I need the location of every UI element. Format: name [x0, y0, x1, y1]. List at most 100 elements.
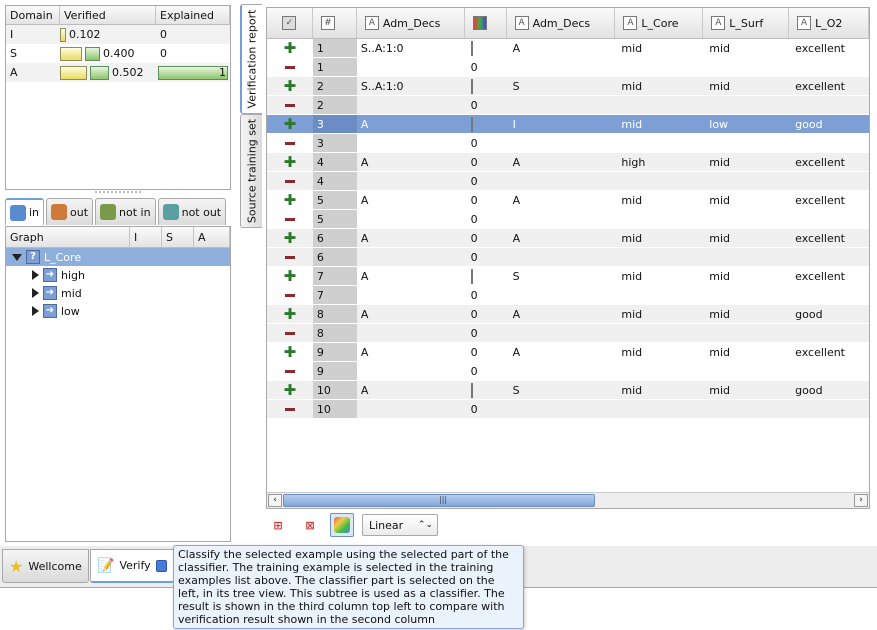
header-l-surf[interactable]: A L_Surf [703, 8, 790, 38]
summary-row[interactable]: S 0.400 0 [6, 44, 230, 63]
table-row[interactable]: 10 0 [267, 400, 869, 419]
table-row[interactable]: ✚ 7 A S mid mid excellent [267, 267, 869, 286]
plus-icon[interactable]: ✚ [284, 269, 297, 284]
header-domain[interactable]: Domain [6, 6, 60, 24]
row-sign[interactable]: ✚ [267, 269, 313, 284]
table-row[interactable]: ✚ 5 A 0 A mid mid excellent [267, 191, 869, 210]
expand-down-icon[interactable] [12, 253, 22, 261]
tab-source-training-set[interactable]: Source training set [240, 114, 262, 228]
row-sign[interactable] [267, 407, 313, 411]
scale-select[interactable]: Linear ⌃⌄ [362, 514, 438, 536]
row-sign[interactable]: ✚ [267, 345, 313, 360]
row-sign[interactable] [267, 293, 313, 297]
tree-node-low[interactable]: ➜ low [6, 302, 230, 320]
header-l-o2[interactable]: A L_O2 [789, 8, 869, 38]
header-explained[interactable]: Explained [156, 6, 230, 24]
expand-right-icon[interactable] [32, 270, 39, 280]
row-sign[interactable] [267, 331, 313, 335]
row-sign[interactable]: ✚ [267, 193, 313, 208]
table-row[interactable]: 3 0 [267, 134, 869, 153]
table-row[interactable]: 2 0 [267, 96, 869, 115]
table-row[interactable]: 7 0 [267, 286, 869, 305]
row-sign[interactable]: ✚ [267, 41, 313, 56]
row-sign[interactable] [267, 141, 313, 145]
minus-icon[interactable] [284, 217, 295, 221]
row-sign[interactable] [267, 179, 313, 183]
row-sign[interactable]: ✚ [267, 117, 313, 132]
tree-node-mid[interactable]: ➜ mid [6, 284, 230, 302]
tab-verify[interactable]: 📝 Verify [90, 549, 174, 583]
minus-icon[interactable] [284, 141, 295, 145]
classify-button[interactable] [330, 513, 354, 537]
table-row[interactable]: ✚ 6 A 0 A mid mid excellent [267, 229, 869, 248]
table-row[interactable]: ✚ 10 A S mid mid good [267, 381, 869, 400]
window-icon[interactable] [155, 559, 167, 572]
table-row[interactable]: ✚ 8 A 0 A mid mid good [267, 305, 869, 324]
tab-not-out[interactable]: not out [157, 198, 227, 225]
plus-icon[interactable]: ✚ [284, 383, 297, 398]
tree-node-high[interactable]: ➜ high [6, 266, 230, 284]
row-sign[interactable] [267, 217, 313, 221]
table-row[interactable]: 1 0 [267, 58, 869, 77]
plus-icon[interactable]: ✚ [284, 79, 297, 94]
header-s[interactable]: S [162, 227, 194, 247]
row-sign[interactable] [267, 65, 313, 69]
header-select-all[interactable]: ✓ [267, 8, 313, 38]
tab-out[interactable]: out [46, 198, 94, 225]
scroll-left-button[interactable]: ‹ [268, 494, 282, 507]
header-i[interactable]: I [130, 227, 162, 247]
remove-node-button[interactable]: ⊠ [298, 513, 322, 537]
minus-icon[interactable] [284, 255, 295, 259]
header-number[interactable]: # [313, 8, 357, 38]
plus-icon[interactable]: ✚ [284, 117, 297, 132]
minus-icon[interactable] [284, 103, 295, 107]
tab-not-in[interactable]: not in [95, 198, 156, 225]
row-sign[interactable]: ✚ [267, 307, 313, 322]
row-sign[interactable] [267, 103, 313, 107]
row-sign[interactable]: ✚ [267, 79, 313, 94]
minus-icon[interactable] [284, 407, 295, 411]
tab-verification-report[interactable]: Verification report [240, 4, 262, 114]
minus-icon[interactable] [284, 331, 295, 335]
row-sign[interactable]: ✚ [267, 383, 313, 398]
header-l-core[interactable]: A L_Core [615, 8, 704, 38]
expand-right-icon[interactable] [32, 306, 39, 316]
plus-icon[interactable]: ✚ [284, 307, 297, 322]
row-sign[interactable]: ✚ [267, 155, 313, 170]
summary-row[interactable]: A 0.502 1 [6, 63, 230, 82]
header-a[interactable]: A [194, 227, 230, 247]
summary-row[interactable]: I 0.102 0 [6, 25, 230, 44]
table-row[interactable]: 4 0 [267, 172, 869, 191]
row-sign[interactable] [267, 255, 313, 259]
table-row[interactable]: 8 0 [267, 324, 869, 343]
header-verified[interactable]: Verified [60, 6, 156, 24]
table-row[interactable]: ✚ 4 A 0 A high mid excellent [267, 153, 869, 172]
header-adm-decs-1[interactable]: A Adm_Decs [357, 8, 465, 38]
header-adm-decs-2[interactable]: A Adm_Decs [507, 8, 616, 38]
plus-icon[interactable]: ✚ [284, 231, 297, 246]
expand-right-icon[interactable] [32, 288, 39, 298]
tab-wellcome[interactable]: ★ Wellcome [2, 549, 89, 583]
table-row[interactable]: ✚ 1 S..A:1:0 A mid mid excellent [267, 39, 869, 58]
header-result[interactable] [465, 8, 507, 38]
table-row[interactable]: ✚ 3 A I mid low good [267, 115, 869, 134]
scrollbar-thumb[interactable]: ||| [283, 494, 595, 507]
table-row[interactable]: 9 0 [267, 362, 869, 381]
horizontal-scrollbar[interactable]: ‹ ||| › [267, 492, 869, 508]
minus-icon[interactable] [284, 179, 295, 183]
minus-icon[interactable] [284, 65, 295, 69]
header-graph[interactable]: Graph [6, 227, 130, 247]
plus-icon[interactable]: ✚ [284, 345, 297, 360]
plus-icon[interactable]: ✚ [284, 41, 297, 56]
tab-in[interactable]: in [5, 198, 45, 225]
table-row[interactable]: ✚ 2 S..A:1:0 S mid mid excellent [267, 77, 869, 96]
table-row[interactable]: ✚ 9 A 0 A mid mid excellent [267, 343, 869, 362]
row-sign[interactable] [267, 369, 313, 373]
plus-icon[interactable]: ✚ [284, 155, 297, 170]
table-row[interactable]: 6 0 [267, 248, 869, 267]
table-row[interactable]: 5 0 [267, 210, 869, 229]
plus-icon[interactable]: ✚ [284, 193, 297, 208]
add-node-button[interactable]: ⊞ [266, 513, 290, 537]
minus-icon[interactable] [284, 369, 295, 373]
scroll-right-button[interactable]: › [854, 494, 868, 507]
